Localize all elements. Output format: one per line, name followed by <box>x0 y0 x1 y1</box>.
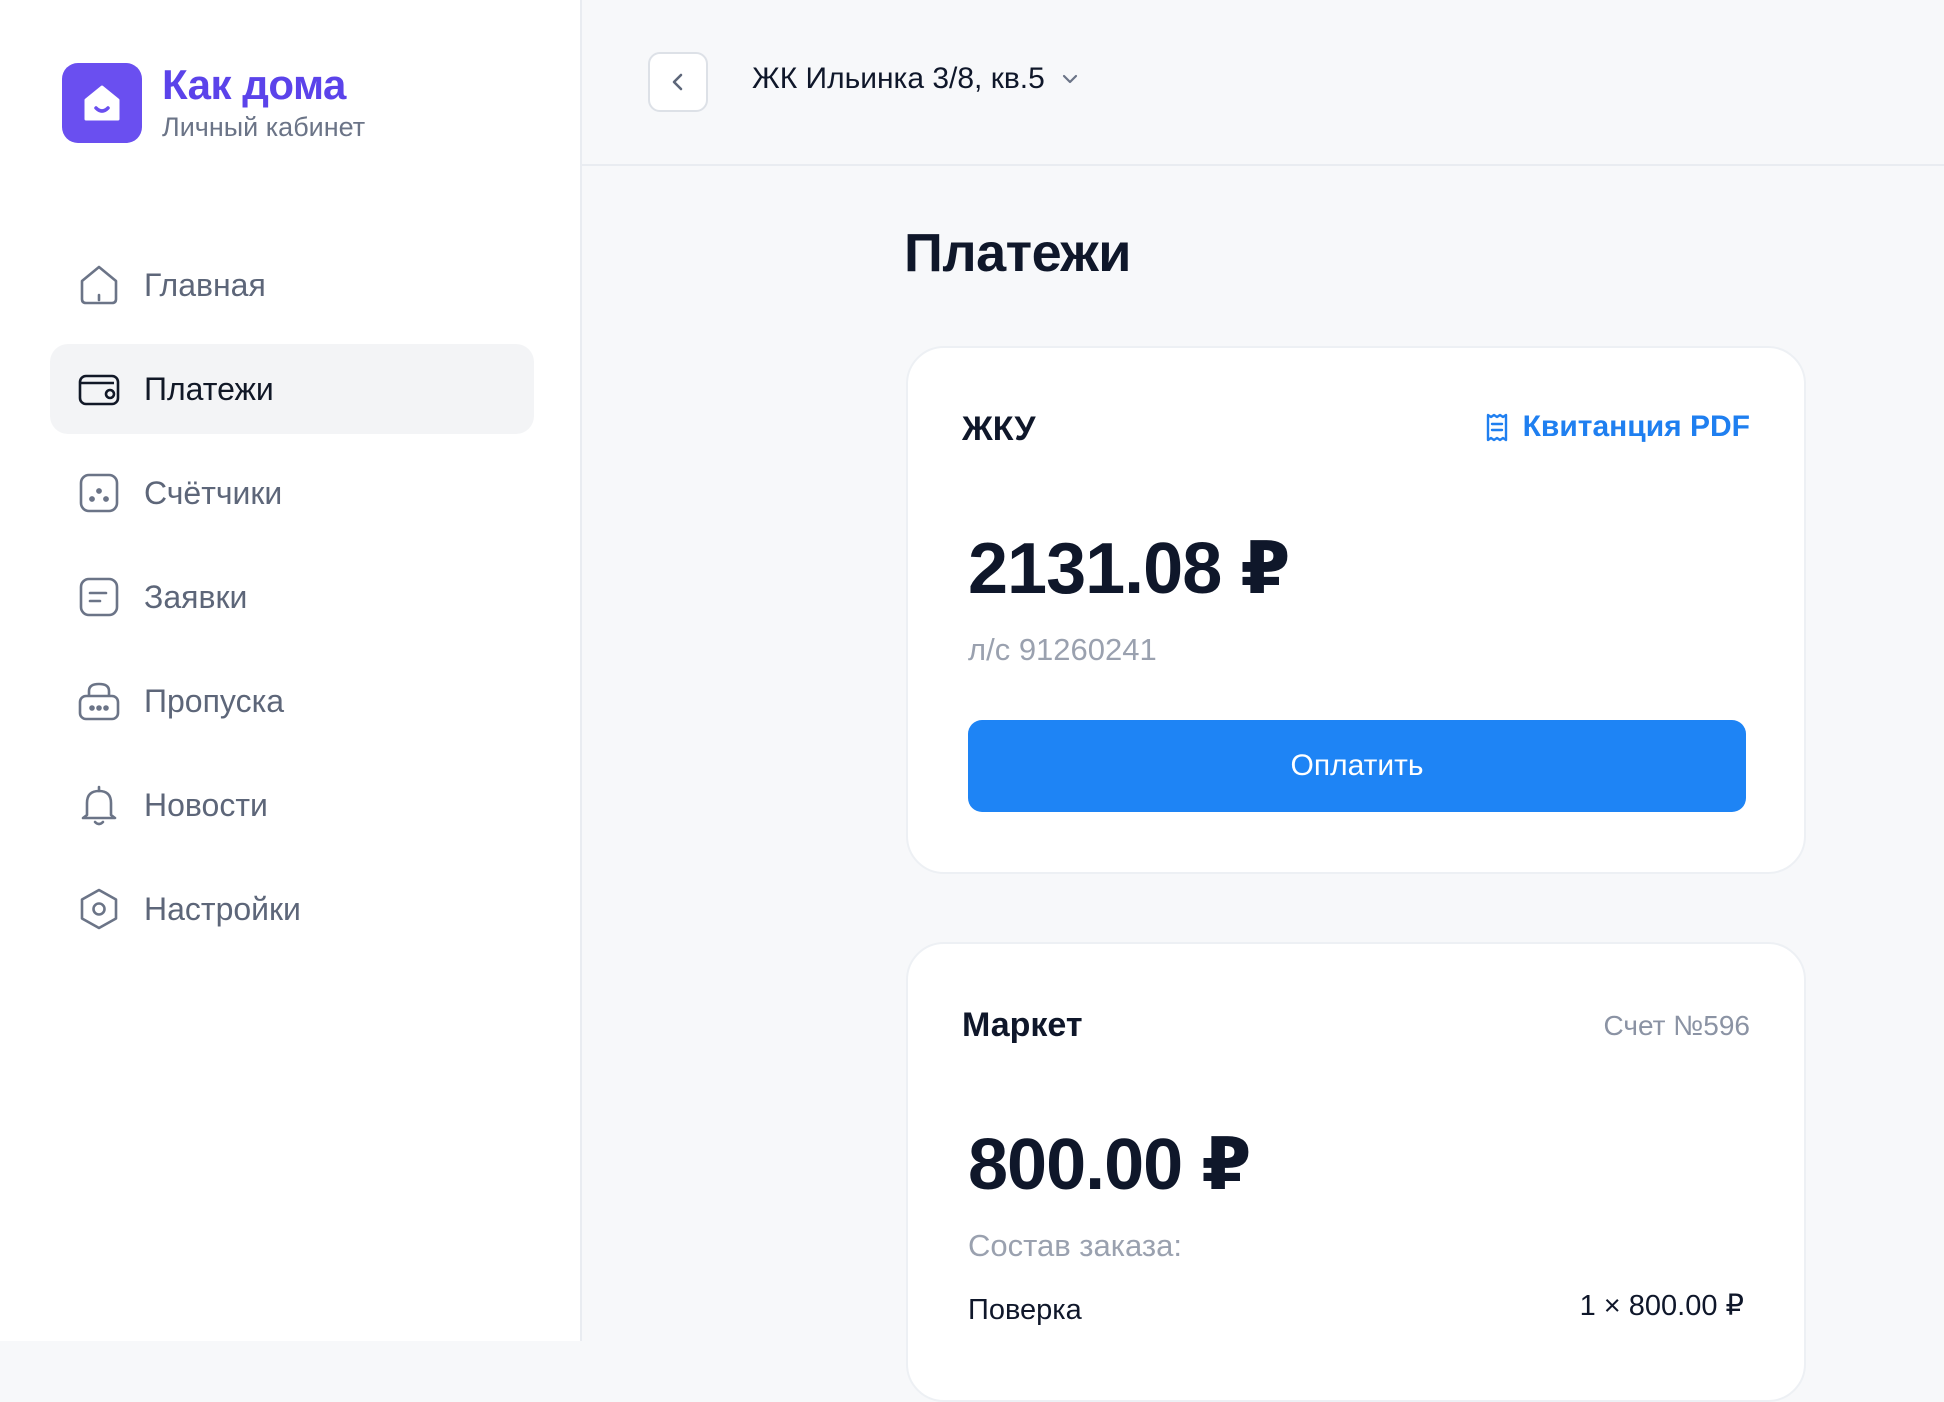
receipt-icon <box>1481 411 1513 443</box>
order-label: Состав заказа: <box>968 1228 1182 1263</box>
order-item-price: 1 × 800.00 ₽ <box>1579 1290 1744 1322</box>
sidebar-item-home[interactable]: Главная <box>50 240 534 330</box>
house-smile-icon <box>62 63 142 143</box>
market-card: Маркет Счет №596 800.00 ₽ Состав заказа:… <box>906 942 1806 1402</box>
sidebar-item-label: Счётчики <box>144 474 283 511</box>
sidebar-item-label: Настройки <box>144 890 301 927</box>
invoice-number: Счет №596 <box>1603 1010 1751 1041</box>
brand[interactable]: Как дома Личный кабинет <box>62 62 365 144</box>
back-button[interactable] <box>648 52 708 112</box>
pay-button[interactable]: Оплатить <box>968 720 1746 812</box>
card-title: Маркет <box>962 1006 1083 1044</box>
sidebar-item-label: Пропуска <box>144 682 285 719</box>
brand-subtitle: Личный кабинет <box>162 112 366 142</box>
wallet-icon <box>74 364 124 414</box>
sidebar-nav: Главная Платежи Счётчики Заявки Пропуска… <box>50 240 534 968</box>
sidebar: Как дома Личный кабинет Главная Платежи … <box>0 0 582 1341</box>
amount-due: 2131.08 ₽ <box>968 529 1290 609</box>
sidebar-item-news[interactable]: Новости <box>50 760 534 850</box>
receipt-pdf-link[interactable]: Квитанция PDF <box>1481 410 1750 444</box>
sidebar-item-label: Новости <box>144 786 268 823</box>
utilities-card: ЖКУ Квитанция PDF 2131.08 ₽ л/с 91260241… <box>906 346 1806 874</box>
receipt-pdf-label: Квитанция PDF <box>1522 410 1750 443</box>
dice-icon <box>74 468 124 518</box>
account-number: л/с 91260241 <box>968 632 1157 667</box>
address-text: ЖК Ильинка 3/8, кв.5 <box>752 62 1045 95</box>
sidebar-item-meters[interactable]: Счётчики <box>50 448 534 538</box>
sidebar-item-requests[interactable]: Заявки <box>50 552 534 642</box>
home-icon <box>74 260 124 310</box>
sidebar-item-passes[interactable]: Пропуска <box>50 656 534 746</box>
sidebar-item-label: Главная <box>144 266 266 303</box>
sidebar-item-payments[interactable]: Платежи <box>50 344 534 434</box>
document-icon <box>74 572 124 622</box>
card-title: ЖКУ <box>962 410 1036 448</box>
sidebar-item-label: Платежи <box>144 370 274 407</box>
page-title: Платежи <box>904 223 1131 283</box>
sidebar-item-label: Заявки <box>144 578 248 615</box>
chevron-left-icon <box>672 73 683 91</box>
lock-icon <box>74 676 124 726</box>
hexagon-icon <box>74 884 124 934</box>
bell-icon <box>74 780 124 830</box>
top-bar: ЖК Ильинка 3/8, кв.5 <box>582 0 1944 166</box>
order-item-name: Поверка <box>968 1294 1082 1326</box>
address-selector[interactable]: ЖК Ильинка 3/8, кв.5 <box>752 62 1081 96</box>
brand-title: Как дома <box>162 61 346 108</box>
chevron-down-icon <box>1059 68 1081 90</box>
sidebar-item-settings[interactable]: Настройки <box>50 864 534 954</box>
amount-due: 800.00 ₽ <box>968 1125 1251 1205</box>
